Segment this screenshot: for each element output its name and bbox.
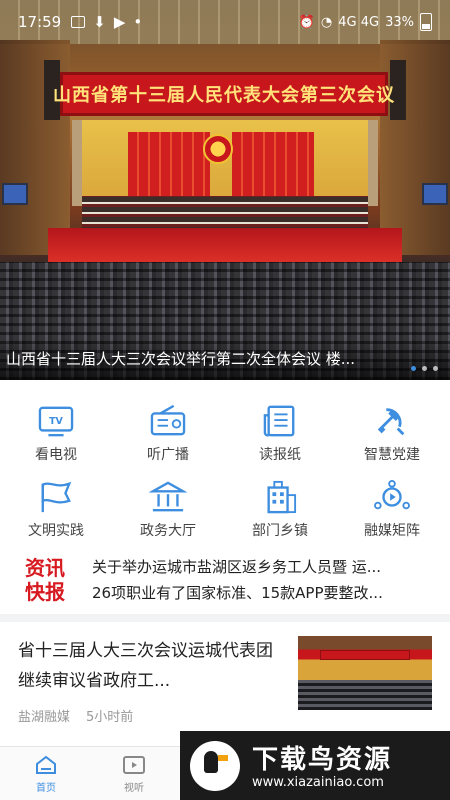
grid-item-departments[interactable]: 部门乡镇 <box>224 480 336 548</box>
stage-backdrop <box>72 120 378 206</box>
grid-label: 读报纸 <box>259 447 301 463</box>
grid-label: 看电视 <box>35 447 77 463</box>
news-flash-item[interactable]: 关于举办运城市盐湖区返乡务工人员暨 运... <box>92 556 432 577</box>
newspaper-icon <box>263 405 295 437</box>
carousel-dot-active[interactable] <box>411 366 416 371</box>
section-divider <box>0 614 450 622</box>
news-flash-item[interactable]: 26项职业有了国家标准、15款APP要整改... <box>92 582 432 603</box>
grid-item-civilization[interactable]: 文明实践 <box>0 480 112 548</box>
news-flash-logo-line2: 快报 <box>25 580 65 604</box>
battery-icon <box>420 13 432 31</box>
article-card[interactable]: 省十三届人大三次会议运城代表团继续审议省政府工... 盐湖融媒 5小时前 <box>0 622 450 744</box>
alarm-icon: ⏰ <box>298 14 315 30</box>
flags-left <box>128 132 210 202</box>
grid-label: 部门乡镇 <box>252 523 308 539</box>
battery-percent: 33% <box>385 14 414 30</box>
conference-banner-text: 山西省第十三届人民代表大会第三次会议 <box>53 85 395 106</box>
watermark-title: 下载鸟资源 <box>252 745 393 775</box>
grid-label: 融媒矩阵 <box>364 523 420 539</box>
nav-video-label: 视听 <box>124 783 144 794</box>
hero-caption[interactable]: 山西省十三届人大三次会议举行第二次全体会议 楼... <box>6 348 426 369</box>
status-bar: 17:59 ⬇ ▶ • ⏰ ◔ 4G 4G 33% <box>0 0 450 44</box>
svg-text:TV: TV <box>49 416 63 427</box>
conference-banner: 山西省第十三届人民代表大会第三次会议 <box>53 72 394 116</box>
news-flash: 资讯 快报 关于举办运城市盐湖区返乡务工人员暨 运... 26项职业有了国家标准… <box>0 552 450 610</box>
notification-icons: ⬇ ▶ • <box>71 13 142 31</box>
flag-icon <box>41 481 72 513</box>
thumbnail-audience <box>298 680 432 710</box>
network-icon <box>374 480 410 510</box>
article-time: 5小时前 <box>86 710 134 725</box>
article-title[interactable]: 省十三届人大三次会议运城代表团继续审议省政府工... <box>18 636 280 696</box>
grid-item-government[interactable]: 政务大厅 <box>112 480 224 548</box>
national-emblem <box>203 134 233 164</box>
nav-home[interactable]: 首页 <box>16 755 76 794</box>
dot-icon: • <box>133 13 143 31</box>
side-screen-left <box>2 183 28 205</box>
government-building-icon <box>149 481 187 512</box>
thumbnail-banner <box>320 650 410 660</box>
news-flash-logo: 资讯 快报 <box>18 556 72 606</box>
radio-icon <box>150 404 186 436</box>
tv-icon: TV <box>38 406 74 437</box>
watermark-logo-icon <box>190 741 240 791</box>
nav-home-label: 首页 <box>36 783 56 794</box>
function-grid: TV 看电视 听广播 读报纸 智慧党建 文明实践 政务大厅 部门乡镇 融媒矩阵 <box>0 396 450 546</box>
status-right: ⏰ ◔ 4G 4G 33% <box>299 13 432 31</box>
grid-label: 听广播 <box>147 447 189 463</box>
video-icon <box>123 756 145 774</box>
article-thumbnail[interactable] <box>298 636 432 710</box>
carousel-dot[interactable] <box>422 366 427 371</box>
image-notification-icon <box>71 16 86 28</box>
hero-banner[interactable]: 山西省第十三届人民代表大会第三次会议 山西省十三届人大三次会议举行第二次全体会议… <box>0 0 450 380</box>
nav-video[interactable]: 视听 <box>104 755 164 794</box>
grid-label: 文明实践 <box>28 523 84 539</box>
carousel-indicator <box>411 366 438 371</box>
side-screen-right <box>422 183 448 205</box>
app-screen: 山西省第十三届人民代表大会第三次会议 山西省十三届人大三次会议举行第二次全体会议… <box>0 0 450 800</box>
grid-item-tv[interactable]: TV 看电视 <box>0 404 112 472</box>
flags-right <box>232 132 314 202</box>
site-watermark: 下载鸟资源 www.xiazainiao.com <box>180 731 450 800</box>
grid-label: 政务大厅 <box>140 523 196 539</box>
carousel-dot[interactable] <box>433 366 438 371</box>
signal-text: 4G 4G <box>338 14 380 30</box>
party-emblem-icon <box>377 408 405 436</box>
news-flash-logo-line1: 资讯 <box>25 556 65 580</box>
play-icon: ▶ <box>113 13 126 31</box>
watermark-url: www.xiazainiao.com <box>252 775 384 790</box>
status-time: 17:59 <box>18 13 62 31</box>
podium-rows <box>82 196 368 232</box>
office-building-icon <box>267 480 297 514</box>
wifi-icon: ◔ <box>320 14 333 30</box>
grid-label: 智慧党建 <box>364 447 420 463</box>
article-source: 盐湖融媒 <box>18 710 71 725</box>
grid-item-radio[interactable]: 听广播 <box>112 404 224 472</box>
grid-item-media-matrix[interactable]: 融媒矩阵 <box>336 480 448 548</box>
article-meta: 盐湖融媒 5小时前 <box>18 706 133 725</box>
grid-item-newspaper[interactable]: 读报纸 <box>224 404 336 472</box>
home-icon <box>36 755 56 774</box>
grid-item-party[interactable]: 智慧党建 <box>336 404 448 472</box>
download-icon: ⬇ <box>93 13 106 31</box>
